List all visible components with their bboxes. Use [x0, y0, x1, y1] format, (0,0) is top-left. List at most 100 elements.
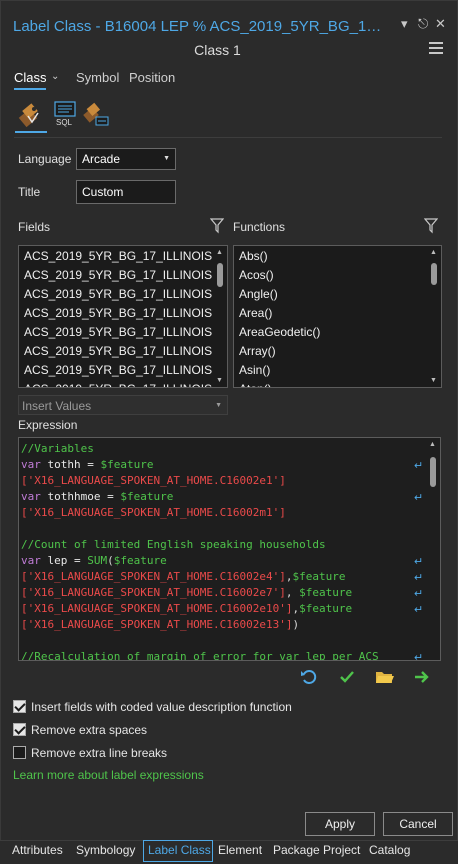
tab-catalog[interactable]: Catalog — [369, 843, 410, 857]
code-line: ['X16_LANGUAGE_SPOKEN_AT_HOME.C16002m1'] — [21, 505, 426, 521]
code-token: $feature — [120, 490, 174, 503]
tab-symbol[interactable]: Symbol — [76, 70, 119, 85]
fields-list[interactable]: ACS_2019_5YR_BG_17_ILLINOIS.OBJ ACS_2019… — [18, 245, 228, 388]
code-token: var — [21, 554, 41, 567]
title-label: Title — [18, 185, 41, 199]
code-line: //Recalculation of margin of error for v… — [21, 649, 426, 661]
code-token: lep = — [40, 554, 88, 567]
chevron-down-icon[interactable]: ⌄ — [51, 71, 59, 82]
code-line: ['X16_LANGUAGE_SPOKEN_AT_HOME.C16002e1'] — [21, 473, 426, 489]
code-token: ['X16_LANGUAGE_SPOKEN_AT_HOME.C16002m1'] — [21, 506, 286, 519]
remove-spaces-checkbox[interactable] — [13, 723, 26, 736]
code-token: //Count of limited English speaking hous… — [21, 538, 326, 551]
list-item[interactable]: ACS_2019_5YR_BG_17_ILLINOIS.OBJ — [19, 247, 215, 266]
code-token: //Recalculation of margin of error for v… — [21, 650, 379, 661]
filter-icon[interactable] — [423, 218, 439, 237]
list-item[interactable]: Area() — [234, 304, 429, 323]
list-item[interactable]: ACS_2019_5YR_BG_17_ILLINOIS.TRA — [19, 304, 215, 323]
close-icon[interactable]: ✕ — [435, 16, 446, 32]
tab-attributes[interactable]: Attributes — [12, 843, 63, 857]
dropdown-icon[interactable]: ▾ — [401, 16, 408, 32]
list-item[interactable]: Atan() — [234, 380, 429, 387]
tab-position[interactable]: Position — [129, 70, 175, 85]
scroll-up-icon[interactable]: ▲ — [430, 249, 437, 256]
tab-selected-indicator — [14, 88, 46, 90]
verify-check-icon[interactable] — [338, 668, 356, 689]
scroll-up-icon[interactable]: ▲ — [216, 249, 223, 256]
language-value: Arcade — [82, 152, 121, 166]
apply-button[interactable]: Apply — [305, 812, 375, 836]
scroll-up-icon[interactable]: ▲ — [429, 441, 436, 448]
scroll-down-icon[interactable]: ▼ — [430, 377, 437, 384]
list-item[interactable]: Asin() — [234, 361, 429, 380]
tab-symbology[interactable]: Symbology — [76, 843, 135, 857]
word-wrap-icon: ↵ — [414, 604, 424, 616]
learn-more-link[interactable]: Learn more about label expressions — [13, 768, 204, 782]
code-token: $feature — [100, 458, 154, 471]
expression-scrollbar[interactable]: ▲ — [426, 438, 440, 660]
fields-scrollbar[interactable]: ▲ ▼ — [213, 246, 227, 387]
scroll-thumb[interactable] — [217, 263, 223, 287]
expression-editor[interactable]: //Variables var tothh = $feature ['X16_LAN… — [18, 437, 441, 661]
undo-icon[interactable] — [300, 668, 318, 689]
next-arrow-icon[interactable] — [413, 668, 431, 689]
list-item[interactable]: Angle() — [234, 285, 429, 304]
remove-line-breaks-checkbox[interactable] — [13, 746, 26, 759]
list-item[interactable]: ACS_2019_5YR_BG_17_ILLINOIS.BLK — [19, 323, 215, 342]
word-wrap-icon: ↵ — [414, 492, 424, 504]
filter-icon[interactable] — [209, 218, 225, 237]
list-item[interactable]: ACS_2019_5YR_BG_17_ILLINOIS.COU — [19, 285, 215, 304]
caret-down-icon: ▼ — [163, 155, 170, 162]
code-token: , — [285, 586, 300, 599]
insert-values-dropdown[interactable]: Insert Values ▼ — [18, 395, 228, 415]
list-item[interactable]: ACS_2019_5YR_BG_17_ILLINOIS.GEC — [19, 342, 215, 361]
functions-scrollbar[interactable]: ▲ ▼ — [427, 246, 441, 387]
tab-element[interactable]: Element — [218, 843, 262, 857]
open-folder-icon[interactable] — [375, 668, 395, 689]
expression-label: Expression — [18, 418, 78, 432]
word-wrap-icon: ↵ — [414, 556, 424, 568]
tab-package-project[interactable]: Package Project — [273, 843, 360, 857]
language-select[interactable]: Arcade ▼ — [76, 148, 176, 170]
code-line: ['X16_LANGUAGE_SPOKEN_AT_HOME.C16002e4']… — [21, 569, 426, 585]
pin-icon[interactable]: ⎋ — [418, 16, 428, 32]
code-line: ['X16_LANGUAGE_SPOKEN_AT_HOME.C16002e13'… — [21, 617, 426, 633]
code-token: $feature — [113, 554, 167, 567]
list-item[interactable]: Acos() — [234, 266, 429, 285]
code-token: //Variables — [21, 442, 94, 455]
insert-fields-checkbox[interactable] — [13, 700, 26, 713]
tab-label-class[interactable]: Label Class — [148, 843, 211, 857]
functions-list[interactable]: Abs() Acos() Angle() Area() AreaGeodetic… — [233, 245, 442, 388]
tab-class[interactable]: Class — [14, 70, 47, 85]
cancel-button[interactable]: Cancel — [383, 812, 453, 836]
window-title: Label Class - B16004 LEP % ACS_2019_5YR_… — [13, 18, 383, 35]
menu-icon[interactable] — [429, 42, 443, 57]
title-input[interactable]: Custom — [76, 180, 176, 204]
class-name-title: Class 1 — [194, 42, 241, 58]
code-token: , — [285, 570, 293, 583]
list-item[interactable]: ACS_2019_5YR_BG_17_ILLINOIS.NAI — [19, 361, 215, 380]
list-item[interactable]: Abs() — [234, 247, 429, 266]
scroll-thumb[interactable] — [430, 457, 436, 487]
word-wrap-icon: ↵ — [414, 572, 424, 584]
code-line: ['X16_LANGUAGE_SPOKEN_AT_HOME.C16002e7']… — [21, 585, 426, 601]
code-line: var tothhmoe = $feature — [21, 489, 426, 505]
code-token: ) — [292, 618, 300, 631]
label-placement-icon[interactable] — [81, 100, 113, 130]
list-item[interactable]: AreaGeodetic() — [234, 323, 429, 342]
mode-selected-indicator — [15, 131, 47, 133]
code-token: ['X16_LANGUAGE_SPOKEN_AT_HOME.C16002e13'… — [21, 618, 293, 631]
scroll-thumb[interactable] — [431, 263, 437, 285]
code-token: ['X16_LANGUAGE_SPOKEN_AT_HOME.C16002e1'] — [21, 474, 286, 487]
code-token: SUM — [87, 554, 108, 567]
list-item[interactable]: Array() — [234, 342, 429, 361]
sql-caption: SQL — [56, 118, 73, 127]
list-item[interactable]: ACS_2019_5YR_BG_17_ILLINOIS.MTF — [19, 380, 215, 387]
list-item[interactable]: ACS_2019_5YR_BG_17_ILLINOIS.STAT — [19, 266, 215, 285]
label-class-icon[interactable] — [15, 100, 47, 130]
code-token: tothh = — [40, 458, 101, 471]
code-token: ['X16_LANGUAGE_SPOKEN_AT_HOME.C16002e10'… — [21, 602, 293, 615]
scroll-down-icon[interactable]: ▼ — [216, 377, 223, 384]
word-wrap-icon: ↵ — [414, 460, 424, 472]
